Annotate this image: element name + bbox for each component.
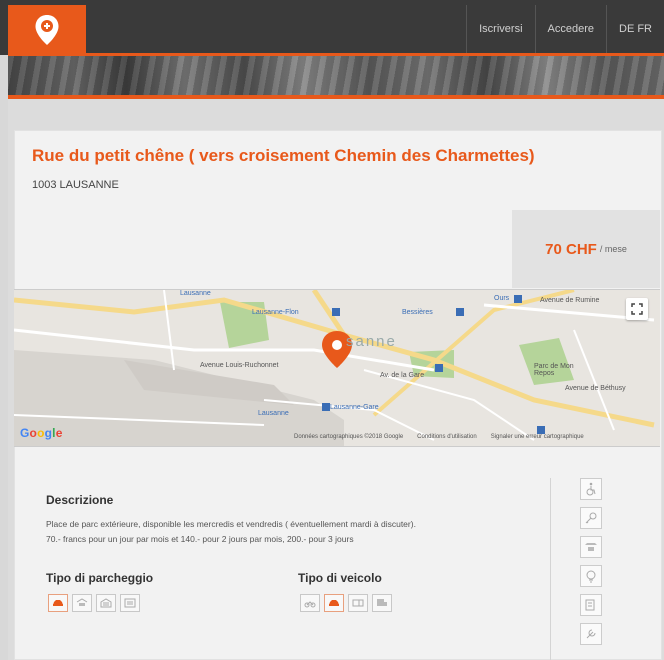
price-unit: / mese <box>599 244 627 254</box>
nav-language-switch[interactable]: DE FR <box>606 5 664 53</box>
map-data-credit: Données cartographiques ©2018 Google <box>294 434 404 440</box>
listing-city: 1003 LAUSANNE <box>32 179 119 191</box>
map-label-lausanne: Lausanne <box>258 410 289 417</box>
logo[interactable] <box>8 5 86 55</box>
google-logo: Google <box>20 426 63 440</box>
map-label-bessieres: Bessières <box>402 309 433 316</box>
feature-icons-column <box>580 478 602 645</box>
charging-station-icon <box>580 594 602 616</box>
vehicle-type-heading: Tipo di veicolo <box>298 571 382 585</box>
wheelchair-icon <box>580 478 602 500</box>
underground-parking-icon <box>120 594 140 612</box>
lighting-icon <box>580 565 602 587</box>
van-icon <box>348 594 368 612</box>
outdoor-parking-icon <box>48 594 68 612</box>
price-value: 70 CHF <box>545 240 597 258</box>
feature-column-divider <box>550 478 551 660</box>
map-report-error-link[interactable]: Signaler une erreur cartographique <box>491 434 584 440</box>
fullscreen-icon <box>631 303 643 315</box>
map-label-lausanne-big: sanne <box>346 333 397 350</box>
map-label-parc: Parc de Mon Repos <box>534 363 574 377</box>
map-label-lausanne-gare: Lausanne-Gare <box>330 404 379 411</box>
map-fullscreen-button[interactable] <box>626 298 648 320</box>
map-label-ruchonnet: Avenue Louis-Ruchonnet <box>200 362 279 369</box>
garage-icon <box>96 594 116 612</box>
covered-roof-icon <box>580 536 602 558</box>
tools-icon <box>580 623 602 645</box>
map-label-bethusy: Avenue de Béthusy <box>565 385 626 392</box>
car-icon <box>324 594 344 612</box>
description-heading: Descrizione <box>46 493 114 507</box>
listing-title: Rue du petit chêne ( vers croisement Che… <box>32 146 535 165</box>
header-banner-photo <box>8 56 664 96</box>
nav-login-link[interactable]: Accedere <box>534 5 606 53</box>
top-nav: Iscriversi Accedere DE FR <box>466 5 664 53</box>
map-label-rumine: Avenue de Rumine <box>540 297 600 304</box>
map-label-flon: Lausanne-Flon <box>252 309 299 316</box>
description-text: Place de parc extérieure, disponible les… <box>46 519 416 544</box>
price-box: 70 CHF / mese <box>512 210 660 288</box>
map-label-ours: Ours <box>494 295 510 302</box>
map-footer: Données cartographiques ©2018 Google Con… <box>294 434 584 440</box>
nav-register-link[interactable]: Iscriversi <box>466 5 534 53</box>
parking-type-icons <box>48 594 140 612</box>
map-label-gare-avenue: Av. de la Gare <box>380 372 425 379</box>
vehicle-type-icons <box>300 594 392 612</box>
parking-type-heading: Tipo di parcheggio <box>46 571 154 585</box>
map-terms-link[interactable]: Conditions d'utilisation <box>417 434 477 440</box>
key-icon <box>580 507 602 529</box>
motorcycle-icon <box>300 594 320 612</box>
truck-icon <box>372 594 392 612</box>
carport-icon <box>72 594 92 612</box>
map-label-top: Lausanne <box>180 290 211 297</box>
map-pin-logo-icon <box>35 15 59 45</box>
